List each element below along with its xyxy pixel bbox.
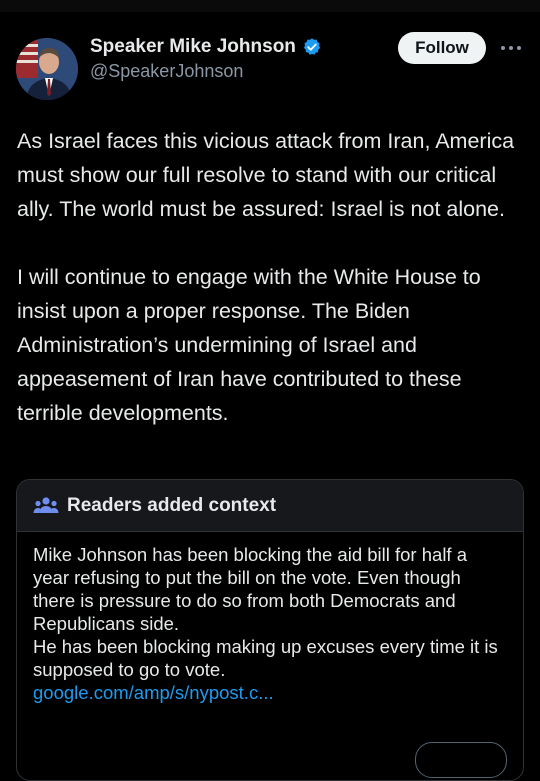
tweet-header: Speaker Mike Johnson @SpeakerJohnson Fol… (16, 30, 524, 100)
more-icon[interactable] (498, 36, 524, 60)
top-bar (0, 0, 540, 12)
handle[interactable]: @SpeakerJohnson (90, 61, 322, 82)
tweet-paragraph-1: As Israel faces this vicious attack from… (17, 129, 515, 221)
tweet-text: As Israel faces this vicious attack from… (17, 124, 523, 430)
people-icon (33, 496, 59, 516)
community-note-line-2: He has been blocking making up excuses e… (33, 636, 498, 680)
community-note-link[interactable]: google.com/amp/s/nypost.c... (33, 681, 507, 704)
profile-photo (16, 38, 78, 100)
tweet-paragraph-2: I will continue to engage with the White… (17, 265, 481, 425)
community-note-header: Readers added context (17, 480, 523, 532)
author-block: Speaker Mike Johnson @SpeakerJohnson (90, 36, 322, 82)
follow-button[interactable]: Follow (398, 32, 486, 64)
avatar[interactable] (16, 38, 78, 100)
display-name[interactable]: Speaker Mike Johnson (90, 36, 296, 58)
community-note-card[interactable]: Readers added context Mike Johnson has b… (16, 479, 524, 781)
display-name-row[interactable]: Speaker Mike Johnson (90, 36, 322, 58)
community-note-rate-button[interactable] (415, 742, 507, 778)
community-note-line-1: Mike Johnson has been blocking the aid b… (33, 544, 467, 634)
community-note-title: Readers added context (67, 494, 277, 516)
community-note-body: Mike Johnson has been blocking the aid b… (17, 532, 523, 704)
verified-badge-icon (302, 37, 322, 57)
